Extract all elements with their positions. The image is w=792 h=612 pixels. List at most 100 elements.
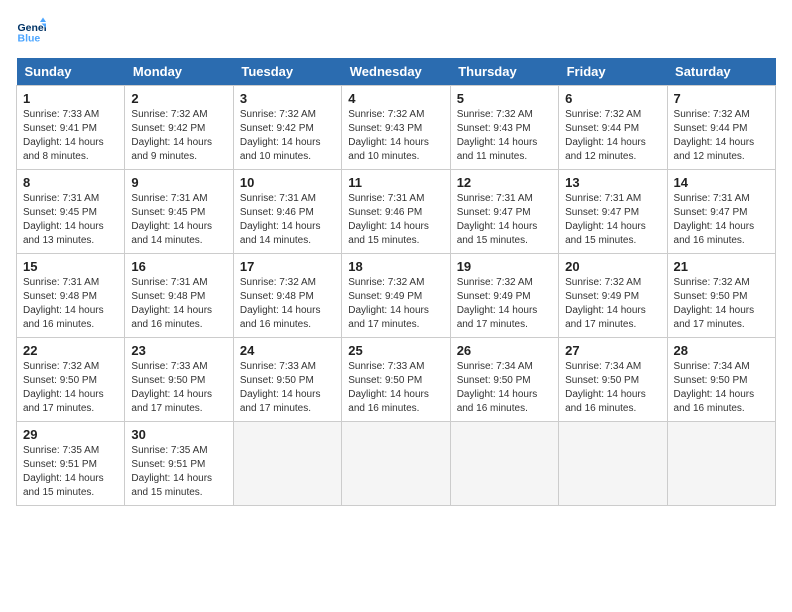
calendar-week-row: 22 Sunrise: 7:32 AMSunset: 9:50 PMDaylig…	[17, 338, 776, 422]
day-number: 23	[131, 343, 226, 358]
cell-info: Sunrise: 7:35 AMSunset: 9:51 PMDaylight:…	[131, 445, 212, 498]
cell-info: Sunrise: 7:33 AMSunset: 9:50 PMDaylight:…	[240, 361, 321, 414]
calendar-cell: 24 Sunrise: 7:33 AMSunset: 9:50 PMDaylig…	[233, 338, 341, 422]
cell-info: Sunrise: 7:35 AMSunset: 9:51 PMDaylight:…	[23, 445, 104, 498]
cell-info: Sunrise: 7:31 AMSunset: 9:47 PMDaylight:…	[457, 193, 538, 246]
day-number: 29	[23, 427, 118, 442]
day-header-friday: Friday	[559, 58, 667, 86]
calendar-cell: 18 Sunrise: 7:32 AMSunset: 9:49 PMDaylig…	[342, 254, 450, 338]
cell-info: Sunrise: 7:32 AMSunset: 9:43 PMDaylight:…	[348, 109, 429, 162]
cell-info: Sunrise: 7:32 AMSunset: 9:49 PMDaylight:…	[457, 277, 538, 330]
cell-info: Sunrise: 7:32 AMSunset: 9:42 PMDaylight:…	[240, 109, 321, 162]
calendar-cell: 13 Sunrise: 7:31 AMSunset: 9:47 PMDaylig…	[559, 170, 667, 254]
calendar-cell: 12 Sunrise: 7:31 AMSunset: 9:47 PMDaylig…	[450, 170, 558, 254]
calendar-cell: 10 Sunrise: 7:31 AMSunset: 9:46 PMDaylig…	[233, 170, 341, 254]
calendar-table: SundayMondayTuesdayWednesdayThursdayFrid…	[16, 58, 776, 506]
calendar-header-row: SundayMondayTuesdayWednesdayThursdayFrid…	[17, 58, 776, 86]
calendar-cell	[342, 422, 450, 506]
cell-info: Sunrise: 7:33 AMSunset: 9:50 PMDaylight:…	[131, 361, 212, 414]
cell-info: Sunrise: 7:34 AMSunset: 9:50 PMDaylight:…	[674, 361, 755, 414]
day-number: 11	[348, 175, 443, 190]
calendar-cell: 9 Sunrise: 7:31 AMSunset: 9:45 PMDayligh…	[125, 170, 233, 254]
logo-icon: General Blue	[16, 16, 46, 46]
day-number: 18	[348, 259, 443, 274]
cell-info: Sunrise: 7:32 AMSunset: 9:42 PMDaylight:…	[131, 109, 212, 162]
calendar-cell: 29 Sunrise: 7:35 AMSunset: 9:51 PMDaylig…	[17, 422, 125, 506]
cell-info: Sunrise: 7:32 AMSunset: 9:43 PMDaylight:…	[457, 109, 538, 162]
cell-info: Sunrise: 7:31 AMSunset: 9:47 PMDaylight:…	[565, 193, 646, 246]
day-number: 14	[674, 175, 769, 190]
calendar-cell: 19 Sunrise: 7:32 AMSunset: 9:49 PMDaylig…	[450, 254, 558, 338]
calendar-week-row: 29 Sunrise: 7:35 AMSunset: 9:51 PMDaylig…	[17, 422, 776, 506]
day-number: 25	[348, 343, 443, 358]
calendar-cell: 23 Sunrise: 7:33 AMSunset: 9:50 PMDaylig…	[125, 338, 233, 422]
calendar-cell: 25 Sunrise: 7:33 AMSunset: 9:50 PMDaylig…	[342, 338, 450, 422]
day-number: 16	[131, 259, 226, 274]
day-number: 12	[457, 175, 552, 190]
calendar-cell: 27 Sunrise: 7:34 AMSunset: 9:50 PMDaylig…	[559, 338, 667, 422]
day-number: 27	[565, 343, 660, 358]
cell-info: Sunrise: 7:31 AMSunset: 9:47 PMDaylight:…	[674, 193, 755, 246]
calendar-week-row: 8 Sunrise: 7:31 AMSunset: 9:45 PMDayligh…	[17, 170, 776, 254]
day-number: 26	[457, 343, 552, 358]
day-number: 5	[457, 91, 552, 106]
cell-info: Sunrise: 7:32 AMSunset: 9:50 PMDaylight:…	[674, 277, 755, 330]
cell-info: Sunrise: 7:31 AMSunset: 9:46 PMDaylight:…	[240, 193, 321, 246]
cell-info: Sunrise: 7:32 AMSunset: 9:50 PMDaylight:…	[23, 361, 104, 414]
day-number: 20	[565, 259, 660, 274]
day-number: 21	[674, 259, 769, 274]
calendar-cell: 26 Sunrise: 7:34 AMSunset: 9:50 PMDaylig…	[450, 338, 558, 422]
cell-info: Sunrise: 7:33 AMSunset: 9:50 PMDaylight:…	[348, 361, 429, 414]
calendar-week-row: 15 Sunrise: 7:31 AMSunset: 9:48 PMDaylig…	[17, 254, 776, 338]
calendar-cell	[233, 422, 341, 506]
day-header-saturday: Saturday	[667, 58, 775, 86]
calendar-cell: 28 Sunrise: 7:34 AMSunset: 9:50 PMDaylig…	[667, 338, 775, 422]
cell-info: Sunrise: 7:32 AMSunset: 9:44 PMDaylight:…	[674, 109, 755, 162]
day-header-monday: Monday	[125, 58, 233, 86]
day-header-sunday: Sunday	[17, 58, 125, 86]
cell-info: Sunrise: 7:34 AMSunset: 9:50 PMDaylight:…	[457, 361, 538, 414]
day-number: 19	[457, 259, 552, 274]
day-number: 13	[565, 175, 660, 190]
calendar-cell: 7 Sunrise: 7:32 AMSunset: 9:44 PMDayligh…	[667, 86, 775, 170]
cell-info: Sunrise: 7:31 AMSunset: 9:45 PMDaylight:…	[131, 193, 212, 246]
calendar-cell: 15 Sunrise: 7:31 AMSunset: 9:48 PMDaylig…	[17, 254, 125, 338]
calendar-cell	[450, 422, 558, 506]
cell-info: Sunrise: 7:34 AMSunset: 9:50 PMDaylight:…	[565, 361, 646, 414]
cell-info: Sunrise: 7:32 AMSunset: 9:49 PMDaylight:…	[348, 277, 429, 330]
day-number: 3	[240, 91, 335, 106]
svg-text:Blue: Blue	[18, 33, 41, 45]
logo: General Blue	[16, 16, 50, 46]
calendar-body: 1 Sunrise: 7:33 AMSunset: 9:41 PMDayligh…	[17, 86, 776, 506]
calendar-cell: 20 Sunrise: 7:32 AMSunset: 9:49 PMDaylig…	[559, 254, 667, 338]
day-number: 22	[23, 343, 118, 358]
day-number: 15	[23, 259, 118, 274]
day-number: 6	[565, 91, 660, 106]
cell-info: Sunrise: 7:32 AMSunset: 9:44 PMDaylight:…	[565, 109, 646, 162]
calendar-cell: 6 Sunrise: 7:32 AMSunset: 9:44 PMDayligh…	[559, 86, 667, 170]
cell-info: Sunrise: 7:32 AMSunset: 9:48 PMDaylight:…	[240, 277, 321, 330]
day-header-wednesday: Wednesday	[342, 58, 450, 86]
day-number: 7	[674, 91, 769, 106]
calendar-week-row: 1 Sunrise: 7:33 AMSunset: 9:41 PMDayligh…	[17, 86, 776, 170]
calendar-cell: 14 Sunrise: 7:31 AMSunset: 9:47 PMDaylig…	[667, 170, 775, 254]
calendar-cell	[667, 422, 775, 506]
calendar-cell: 1 Sunrise: 7:33 AMSunset: 9:41 PMDayligh…	[17, 86, 125, 170]
cell-info: Sunrise: 7:31 AMSunset: 9:46 PMDaylight:…	[348, 193, 429, 246]
calendar-cell: 3 Sunrise: 7:32 AMSunset: 9:42 PMDayligh…	[233, 86, 341, 170]
day-number: 9	[131, 175, 226, 190]
calendar-cell: 30 Sunrise: 7:35 AMSunset: 9:51 PMDaylig…	[125, 422, 233, 506]
day-number: 30	[131, 427, 226, 442]
day-number: 8	[23, 175, 118, 190]
cell-info: Sunrise: 7:32 AMSunset: 9:49 PMDaylight:…	[565, 277, 646, 330]
page-header: General Blue	[16, 16, 776, 46]
calendar-cell: 5 Sunrise: 7:32 AMSunset: 9:43 PMDayligh…	[450, 86, 558, 170]
day-number: 1	[23, 91, 118, 106]
day-number: 4	[348, 91, 443, 106]
cell-info: Sunrise: 7:33 AMSunset: 9:41 PMDaylight:…	[23, 109, 104, 162]
calendar-cell: 8 Sunrise: 7:31 AMSunset: 9:45 PMDayligh…	[17, 170, 125, 254]
day-header-tuesday: Tuesday	[233, 58, 341, 86]
day-number: 2	[131, 91, 226, 106]
day-number: 28	[674, 343, 769, 358]
calendar-cell: 4 Sunrise: 7:32 AMSunset: 9:43 PMDayligh…	[342, 86, 450, 170]
